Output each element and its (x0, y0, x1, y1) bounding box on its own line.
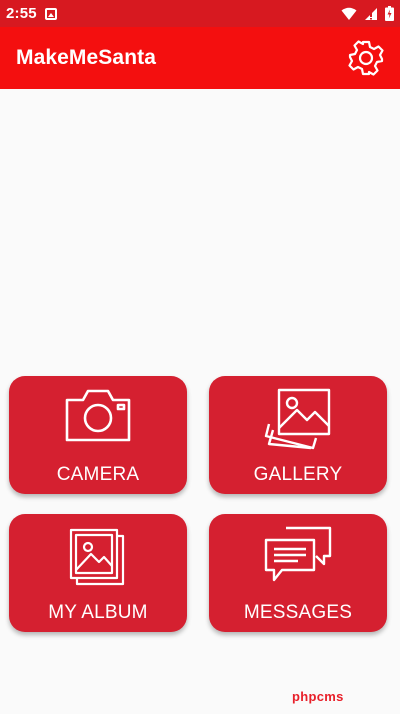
main-content: CAMERA GALLERY MY ALBUM MESSAGES (0, 89, 400, 714)
status-bar: 2:55 (0, 0, 400, 27)
camera-button[interactable]: CAMERA (9, 376, 187, 494)
messages-label: MESSAGES (243, 602, 353, 623)
gear-icon (348, 40, 384, 76)
signal-icon (365, 7, 377, 20)
watermark: phpcms (292, 689, 344, 704)
battery-icon (385, 6, 394, 21)
app-title: MakeMeSanta (16, 46, 156, 69)
app-bar: MakeMeSanta (0, 27, 400, 89)
camera-icon (65, 389, 131, 442)
camera-label: CAMERA (56, 464, 140, 485)
status-time: 2:55 (6, 5, 37, 22)
my-album-label: MY ALBUM (48, 602, 148, 623)
messages-button[interactable]: MESSAGES (209, 514, 387, 632)
messages-icon (264, 526, 332, 582)
gallery-icon (264, 388, 331, 450)
settings-button[interactable] (346, 38, 386, 78)
status-left: 2:55 (6, 5, 57, 22)
status-right (341, 6, 394, 21)
notification-icon (44, 7, 57, 20)
wifi-icon (341, 7, 357, 20)
gallery-label: GALLERY (253, 464, 343, 485)
my-album-button[interactable]: MY ALBUM (9, 514, 187, 632)
album-icon (69, 528, 125, 586)
gallery-button[interactable]: GALLERY (209, 376, 387, 494)
